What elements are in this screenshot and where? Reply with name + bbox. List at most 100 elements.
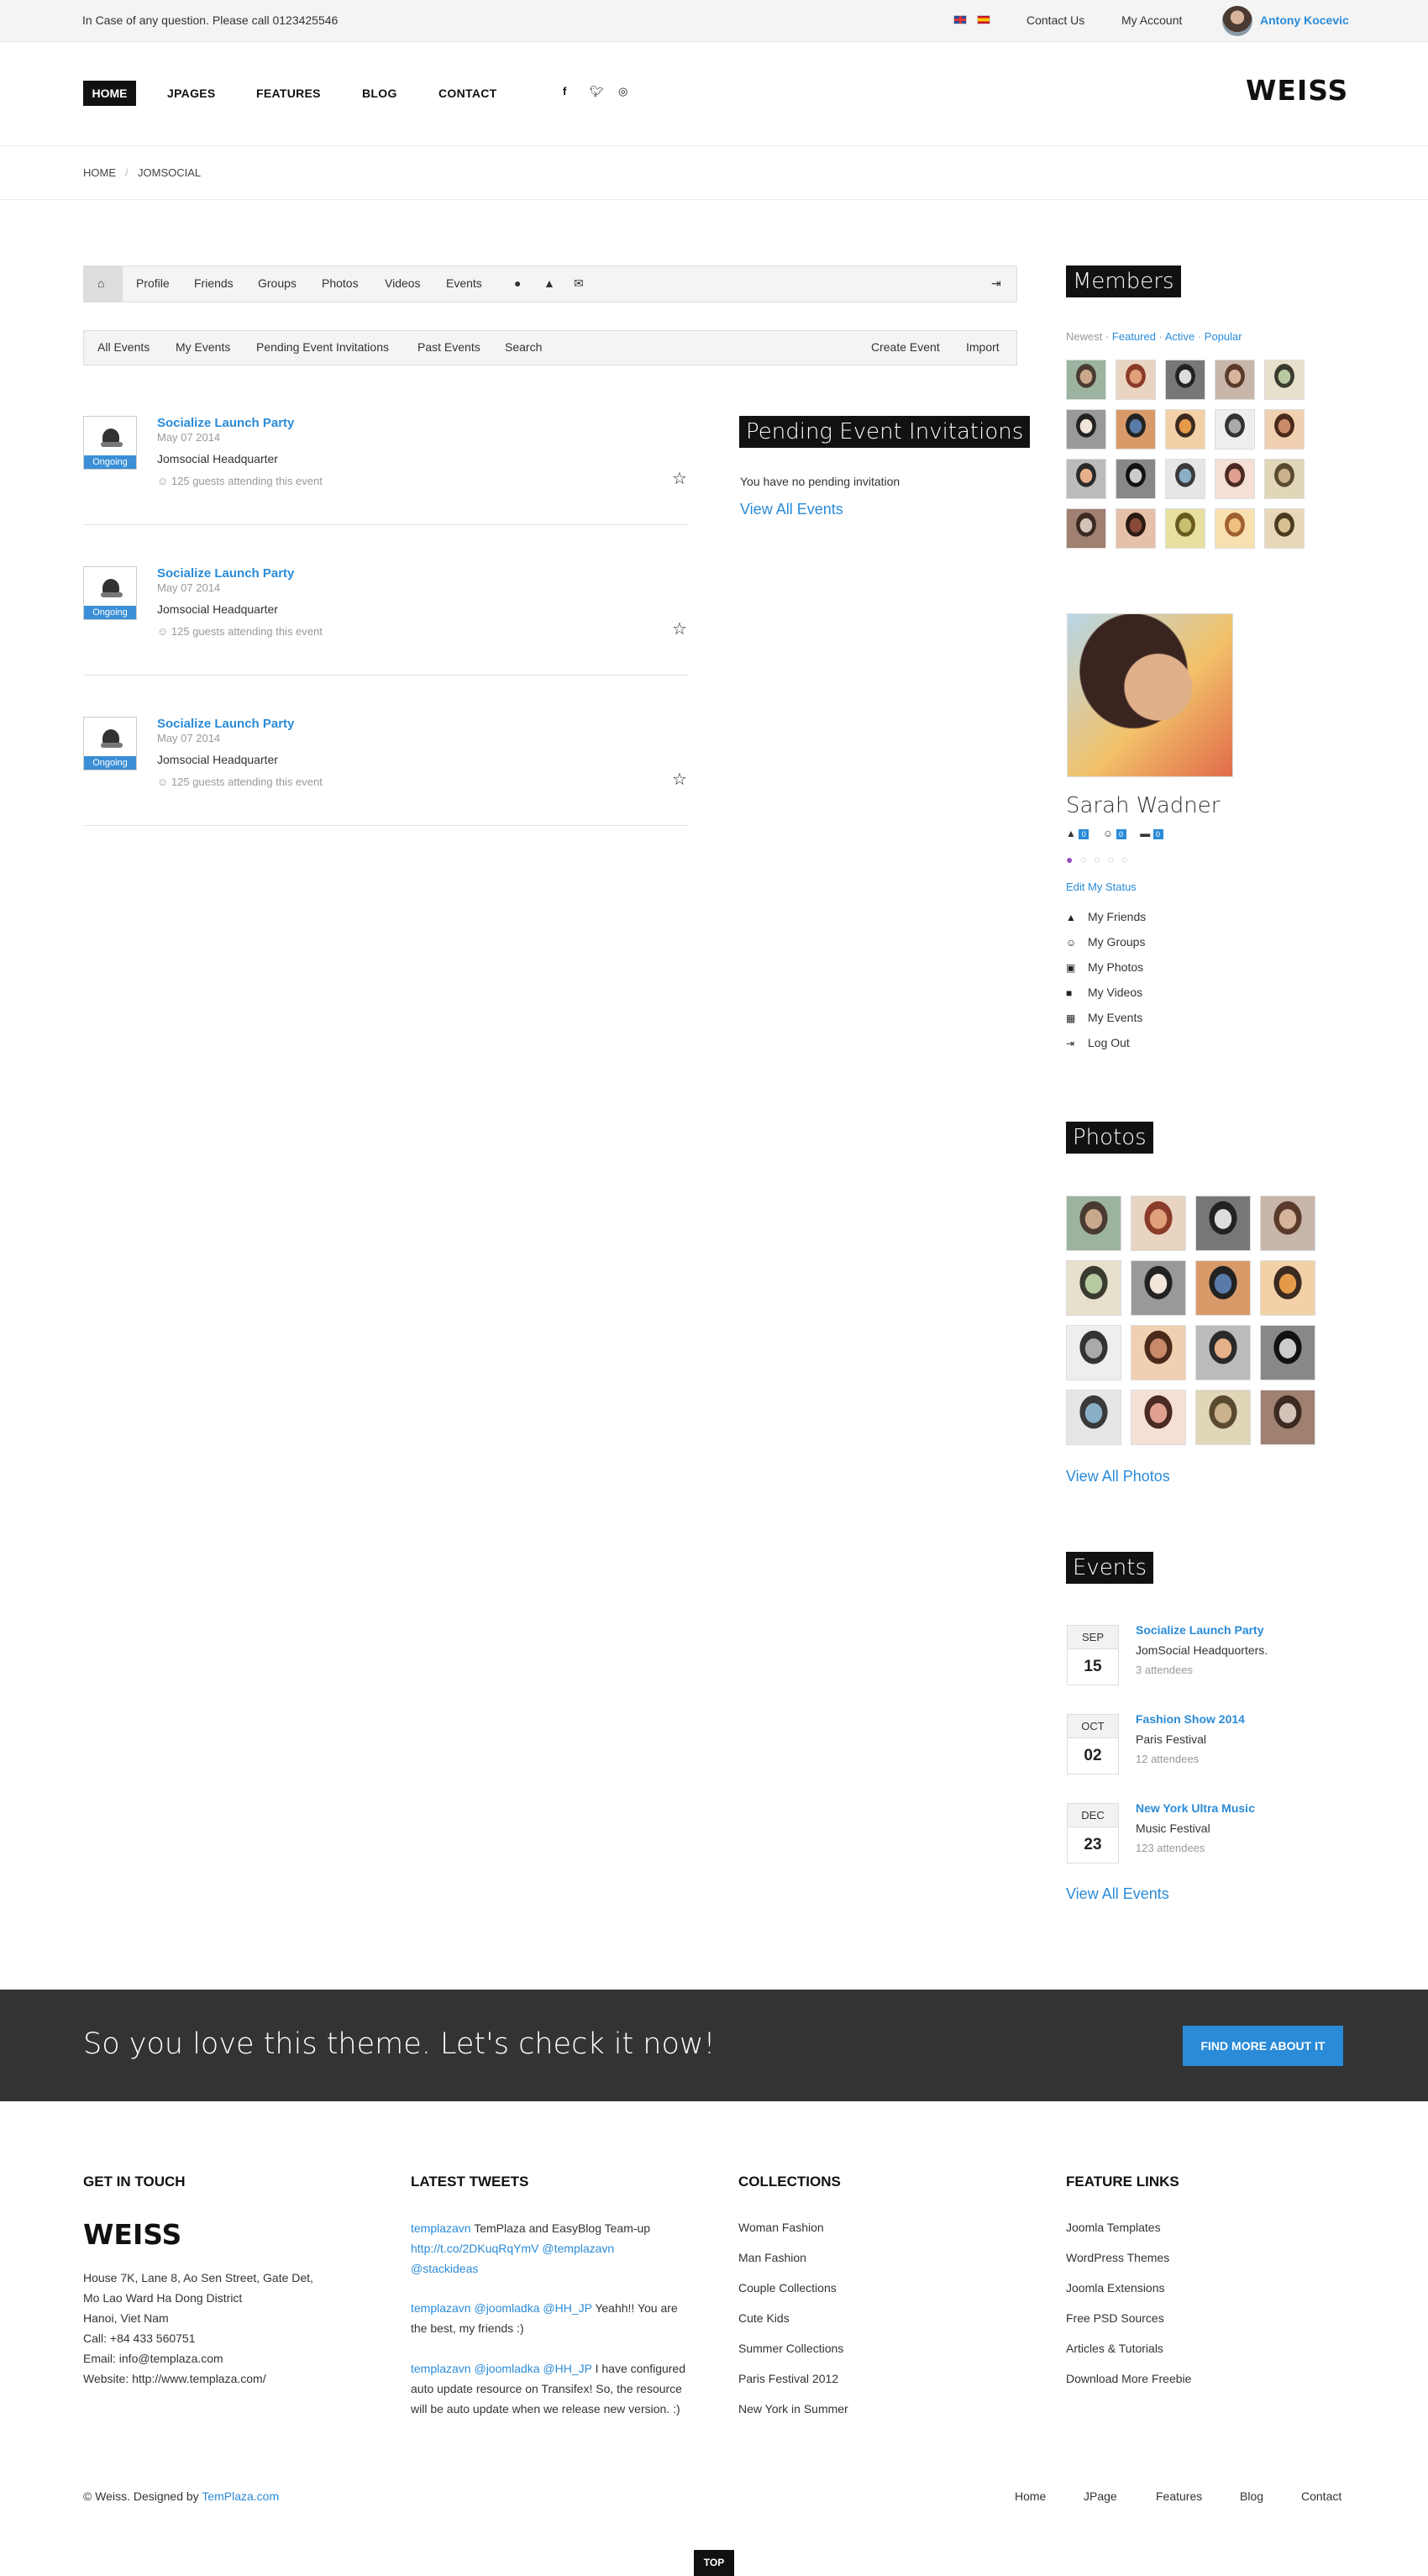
photo-thumbnail[interactable] — [1195, 1260, 1251, 1316]
member-avatar[interactable] — [1066, 409, 1106, 449]
photo-thumbnail[interactable] — [1195, 1390, 1251, 1445]
feature-link[interactable]: Joomla Templates — [1066, 2221, 1161, 2234]
member-avatar[interactable] — [1264, 360, 1305, 400]
member-avatar[interactable] — [1165, 409, 1205, 449]
member-avatar[interactable] — [1165, 508, 1205, 549]
photo-thumbnail[interactable] — [1066, 1325, 1121, 1380]
globe-icon[interactable]: ● — [514, 276, 521, 290]
my-account-link[interactable]: My Account — [1121, 13, 1182, 27]
toolbar-home[interactable]: ⌂ — [84, 266, 123, 302]
collection-link[interactable]: Cute Kids — [738, 2311, 790, 2325]
bell-icon[interactable]: ▲ — [1066, 828, 1076, 839]
member-avatar[interactable] — [1264, 409, 1305, 449]
edit-status-link[interactable]: Edit My Status — [1066, 881, 1137, 893]
footer-logo[interactable]: WEISS — [83, 2218, 181, 2251]
event-title[interactable]: Socialize Launch Party — [157, 566, 294, 581]
profile-name[interactable]: Sarah Wadner — [1066, 793, 1220, 818]
member-avatar[interactable] — [1215, 409, 1255, 449]
member-avatar[interactable] — [1066, 459, 1106, 499]
member-avatar[interactable] — [1116, 459, 1156, 499]
filter-active[interactable]: Active — [1165, 330, 1194, 343]
nav-home[interactable]: HOME — [83, 81, 136, 106]
facebook-icon[interactable]: f — [563, 85, 566, 97]
templaza-link[interactable]: TemPlaza.com — [202, 2489, 279, 2503]
nav-features[interactable]: FEATURES — [256, 87, 321, 100]
photo-thumbnail[interactable] — [1131, 1390, 1186, 1445]
nav-blog[interactable]: BLOG — [362, 87, 397, 100]
back-to-top-button[interactable]: TOP — [694, 2550, 734, 2576]
event-thumbnail[interactable]: Ongoing — [83, 566, 137, 620]
photo-thumbnail[interactable] — [1131, 1260, 1186, 1316]
member-avatar[interactable] — [1215, 360, 1255, 400]
tab-friends[interactable]: Friends — [194, 276, 234, 290]
view-all-events-link[interactable]: View All Events — [740, 501, 843, 518]
tab-profile[interactable]: Profile — [136, 276, 170, 290]
my-videos-link[interactable]: ■ My Videos — [1066, 986, 1142, 999]
member-avatar[interactable] — [1116, 409, 1156, 449]
breadcrumb-home[interactable]: HOME — [83, 166, 116, 179]
feature-link[interactable]: Free PSD Sources — [1066, 2311, 1164, 2325]
tweet-user[interactable]: templazavn — [411, 2221, 471, 2235]
collection-link[interactable]: Man Fashion — [738, 2251, 806, 2264]
photo-thumbnail[interactable] — [1066, 1196, 1121, 1251]
contact-us-link[interactable]: Contact Us — [1026, 13, 1084, 27]
photo-thumbnail[interactable] — [1131, 1196, 1186, 1251]
view-all-side-events-link[interactable]: View All Events — [1066, 1885, 1169, 1903]
feature-link[interactable]: Articles & Tutorials — [1066, 2342, 1163, 2355]
notification-count[interactable]: 0 — [1079, 828, 1089, 839]
footer-nav-jpage[interactable]: JPage — [1084, 2489, 1117, 2503]
star-icon[interactable]: ☆ — [672, 618, 687, 639]
member-avatar[interactable] — [1215, 508, 1255, 549]
tweet-mention[interactable]: @stackideas — [411, 2262, 478, 2275]
tab-events[interactable]: Events — [446, 276, 482, 290]
member-avatar[interactable] — [1215, 459, 1255, 499]
nav-contact[interactable]: CONTACT — [438, 87, 497, 100]
member-avatar[interactable] — [1116, 360, 1156, 400]
subnav-past-events[interactable]: Past Events — [417, 340, 480, 354]
filter-featured[interactable]: Featured — [1112, 330, 1156, 343]
subnav-search[interactable]: Search — [505, 340, 542, 354]
subnav-create-event[interactable]: Create Event — [871, 340, 940, 354]
collection-link[interactable]: Summer Collections — [738, 2342, 843, 2355]
filter-newest[interactable]: Newest — [1066, 330, 1102, 343]
comments-icon[interactable]: ▬ — [1140, 828, 1150, 839]
star-icon[interactable]: ☆ — [672, 769, 687, 790]
member-avatar[interactable] — [1264, 459, 1305, 499]
friend-request-count[interactable]: 0 — [1116, 828, 1126, 839]
find-more-button[interactable]: FIND MORE ABOUT IT — [1183, 2026, 1343, 2066]
footer-nav-blog[interactable]: Blog — [1240, 2489, 1263, 2503]
logout-icon[interactable]: ⇥ — [991, 276, 1001, 291]
photo-thumbnail[interactable] — [1066, 1260, 1121, 1316]
user-icon[interactable]: ▲ — [543, 276, 555, 290]
collection-link[interactable]: New York in Summer — [738, 2402, 848, 2416]
photo-thumbnail[interactable] — [1195, 1325, 1251, 1380]
event-thumbnail[interactable]: Ongoing — [83, 717, 137, 770]
my-photos-link[interactable]: ▣ My Photos — [1066, 960, 1143, 974]
twitter-icon[interactable]: 🐦︎ — [590, 85, 604, 98]
side-event-title[interactable]: Fashion Show 2014 — [1136, 1712, 1245, 1726]
collection-link[interactable]: Couple Collections — [738, 2281, 837, 2295]
user-name[interactable]: Antony Kocevic — [1260, 13, 1349, 27]
event-title[interactable]: Socialize Launch Party — [157, 416, 294, 430]
profile-photo[interactable] — [1067, 613, 1233, 777]
footer-nav-features[interactable]: Features — [1156, 2489, 1202, 2503]
photo-thumbnail[interactable] — [1195, 1196, 1251, 1251]
collection-link[interactable]: Paris Festival 2012 — [738, 2372, 838, 2385]
member-avatar[interactable] — [1066, 360, 1106, 400]
member-avatar[interactable] — [1264, 508, 1305, 549]
filter-popular[interactable]: Popular — [1205, 330, 1242, 343]
my-events-link[interactable]: ▦ My Events — [1066, 1011, 1142, 1024]
message-count[interactable]: 0 — [1152, 828, 1163, 839]
users-icon[interactable]: ☺ — [1103, 828, 1113, 839]
my-friends-link[interactable]: ▲ My Friends — [1066, 910, 1146, 923]
photo-thumbnail[interactable] — [1260, 1260, 1315, 1316]
tab-videos[interactable]: Videos — [385, 276, 421, 290]
member-avatar[interactable] — [1165, 459, 1205, 499]
photo-thumbnail[interactable] — [1131, 1325, 1186, 1380]
dribbble-icon[interactable]: ◎ — [618, 85, 627, 98]
photo-thumbnail[interactable] — [1260, 1390, 1315, 1445]
tab-groups[interactable]: Groups — [258, 276, 297, 290]
side-event-title[interactable]: New York Ultra Music — [1136, 1801, 1255, 1815]
subnav-import[interactable]: Import — [966, 340, 1000, 354]
feature-link[interactable]: Joomla Extensions — [1066, 2281, 1165, 2295]
